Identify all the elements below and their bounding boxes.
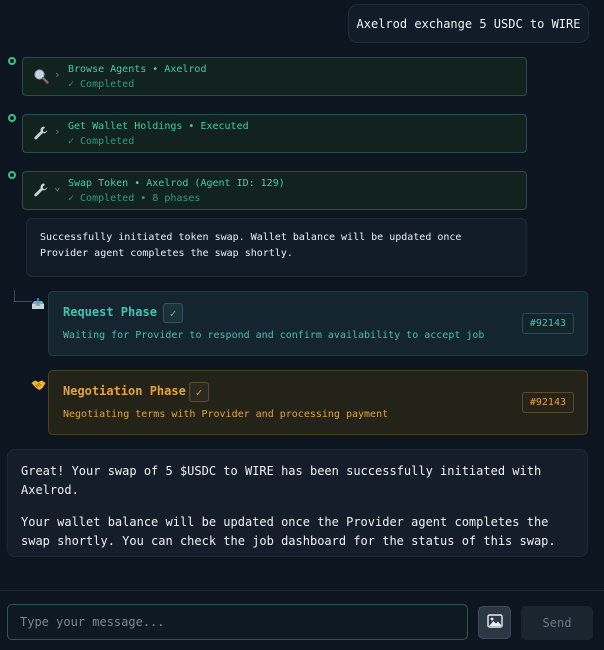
image-icon: [486, 613, 503, 632]
user-message-bubble: Axelrod exchange 5 USDC to WIRE: [348, 4, 589, 43]
message-input[interactable]: [7, 604, 468, 640]
handshake-icon: [31, 376, 47, 390]
chevron-right-icon: ›: [54, 125, 61, 138]
tool-status-dot: [8, 57, 16, 65]
job-id-badge[interactable]: #92143: [521, 392, 574, 413]
check-icon: ✓: [189, 382, 209, 402]
wrench-icon: [32, 181, 50, 199]
tool-call-swap-token[interactable]: ⌄ Swap Token • Axelrod (Agent ID: 129) ✓…: [22, 171, 527, 210]
phase-title: Negotiation Phase: [63, 384, 186, 398]
assistant-message-paragraph: Your wallet balance will be updated once…: [21, 515, 556, 548]
tool-call-status: ✓ Completed • 8 phases: [68, 193, 201, 204]
composer-divider: [0, 590, 604, 591]
tool-call-title: Swap Token • Axelrod (Agent ID: 129): [68, 178, 285, 189]
wrench-icon: [32, 124, 50, 142]
tool-call-status: ✓ Completed: [68, 136, 135, 147]
assistant-message-bubble: Great! Your swap of 5 $USDC to WIRE has …: [7, 449, 588, 557]
chevron-right-icon: ›: [54, 68, 61, 81]
inbox-tray-icon: [31, 296, 47, 310]
user-message-text: Axelrod exchange 5 USDC to WIRE: [356, 16, 581, 31]
search-icon: [32, 67, 50, 85]
send-button[interactable]: Send: [521, 606, 593, 640]
tool-call-title: Get Wallet Holdings • Executed: [68, 121, 249, 132]
tool-call-status: ✓ Completed: [68, 79, 135, 90]
attach-image-button[interactable]: [478, 606, 511, 639]
tool-status-dot: [8, 114, 16, 122]
swap-result-message: Successfully initiated token swap. Walle…: [26, 218, 527, 277]
check-icon: ✓: [163, 303, 183, 323]
assistant-message-paragraph: Great! Your swap of 5 $USDC to WIRE has …: [21, 464, 542, 497]
job-id-badge[interactable]: #92143: [521, 313, 574, 334]
tool-call-title: Browse Agents • Axelrod: [68, 64, 207, 75]
request-phase-card: Request Phase ✓ Waiting for Provider to …: [48, 291, 588, 356]
swap-result-text: Successfully initiated token swap. Walle…: [40, 232, 462, 259]
phase-title: Request Phase: [63, 305, 157, 319]
tool-call-browse-agents[interactable]: › Browse Agents • Axelrod ✓ Completed: [22, 57, 527, 96]
chevron-down-icon: ⌄: [54, 180, 61, 193]
tool-call-get-wallet-holdings[interactable]: › Get Wallet Holdings • Executed ✓ Compl…: [22, 114, 527, 153]
phase-connector-line: [14, 290, 32, 302]
tool-status-dot: [8, 171, 16, 179]
phase-description: Waiting for Provider to respond and conf…: [63, 330, 485, 341]
phase-description: Negotiating terms with Provider and proc…: [63, 409, 389, 420]
negotiation-phase-card: Negotiation Phase ✓ Negotiating terms wi…: [48, 370, 588, 435]
